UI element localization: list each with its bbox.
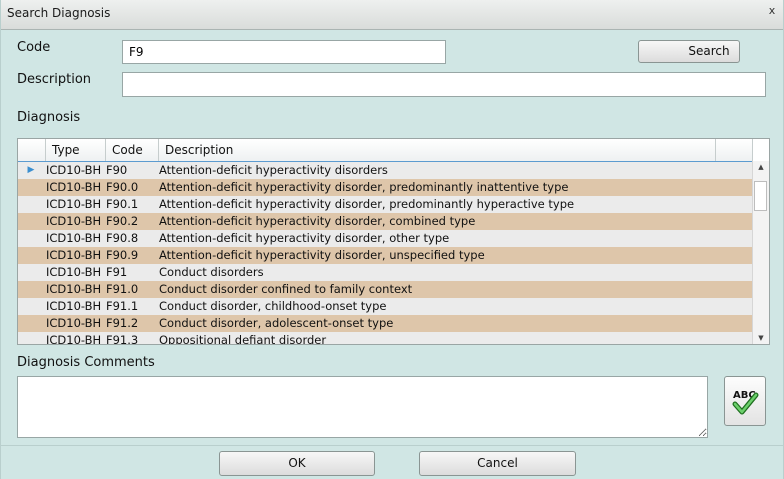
cell-type: ICD10-BH bbox=[46, 333, 102, 345]
diagnosis-grid[interactable]: Type Code Description ▶ ICD10-BH F90 Attent… bbox=[17, 138, 770, 345]
table-row[interactable]: ICD10-BH F90.0 Attention-deficit hyperacti… bbox=[18, 179, 753, 196]
diagnosis-comments-label: Diagnosis Comments bbox=[17, 355, 155, 370]
cell-description: Attention-deficit hyperactivity disorder… bbox=[159, 214, 476, 228]
table-row[interactable]: ICD10-BH F91.2 Conduct disorder, adolescen… bbox=[18, 315, 753, 332]
grid-rows: ▶ ICD10-BH F90 Attention-deficit hyperactiv… bbox=[18, 162, 753, 345]
table-row[interactable]: ICD10-BH F91.3 Oppositional defiant disord… bbox=[18, 332, 753, 345]
cell-type: ICD10-BH bbox=[46, 180, 102, 194]
scroll-down-icon[interactable]: ▼ bbox=[753, 334, 769, 342]
cell-description: Attention-deficit hyperactivity disorder… bbox=[159, 197, 575, 211]
cell-code: F91 bbox=[106, 265, 128, 279]
divider bbox=[1, 445, 783, 446]
cell-description: Conduct disorders bbox=[159, 265, 264, 279]
table-row[interactable]: ICD10-BH F90.1 Attention-deficit hyperacti… bbox=[18, 196, 753, 213]
code-label: Code bbox=[17, 40, 51, 55]
grid-header: Type Code Description bbox=[18, 139, 753, 162]
spellcheck-button[interactable]: ABC bbox=[724, 376, 766, 426]
cell-description: Conduct disorder confined to family cont… bbox=[159, 282, 413, 296]
description-input[interactable] bbox=[122, 72, 766, 97]
cell-code: F90 bbox=[106, 163, 128, 177]
dialog-title: Search Diagnosis bbox=[7, 6, 111, 20]
code-input[interactable] bbox=[122, 40, 446, 64]
cell-code: F91.0 bbox=[106, 282, 139, 296]
diagnosis-comments-input[interactable] bbox=[17, 376, 708, 438]
title-bar: Search Diagnosis x bbox=[1, 0, 783, 30]
table-row[interactable]: ICD10-BH F90.8 Attention-deficit hyperacti… bbox=[18, 230, 753, 247]
description-label: Description bbox=[17, 72, 92, 87]
filler-column-header bbox=[716, 139, 753, 161]
cell-description: Attention-deficit hyperactivity disorder… bbox=[159, 180, 569, 194]
cell-description: Attention-deficit hyperactivity disorder… bbox=[159, 231, 450, 245]
table-row[interactable]: ICD10-BH F91.0 Conduct disorder confined t… bbox=[18, 281, 753, 298]
cell-type: ICD10-BH bbox=[46, 163, 102, 177]
cell-code: F90.8 bbox=[106, 231, 139, 245]
cell-type: ICD10-BH bbox=[46, 231, 102, 245]
cell-description: Attention-deficit hyperactivity disorder… bbox=[159, 248, 485, 262]
spellcheck-icon: ABC bbox=[732, 390, 759, 415]
search-diagnosis-dialog: Search Diagnosis x Code Search Descripti… bbox=[0, 0, 784, 479]
cell-description: Attention-deficit hyperactivity disorder… bbox=[159, 163, 388, 177]
cell-type: ICD10-BH bbox=[46, 265, 102, 279]
cell-description: Conduct disorder, adolescent-onset type bbox=[159, 316, 394, 330]
indicator-column-header bbox=[18, 139, 46, 161]
cell-type: ICD10-BH bbox=[46, 248, 102, 262]
cell-type: ICD10-BH bbox=[46, 316, 102, 330]
cell-code: F90.9 bbox=[106, 248, 139, 262]
cell-type: ICD10-BH bbox=[46, 197, 102, 211]
table-row[interactable]: ICD10-BH F91 Conduct disorders bbox=[18, 264, 753, 281]
cell-description: Oppositional defiant disorder bbox=[159, 333, 327, 345]
scroll-thumb[interactable] bbox=[754, 181, 767, 211]
column-header-code[interactable]: Code bbox=[106, 139, 159, 161]
ok-button[interactable]: OK bbox=[219, 451, 375, 476]
table-row[interactable]: ICD10-BH F90.2 Attention-deficit hyperacti… bbox=[18, 213, 753, 230]
cell-code: F91.1 bbox=[106, 299, 139, 313]
cell-code: F90.1 bbox=[106, 197, 139, 211]
cell-description: Conduct disorder, childhood-onset type bbox=[159, 299, 387, 313]
cancel-button[interactable]: Cancel bbox=[419, 451, 576, 476]
column-header-description[interactable]: Description bbox=[159, 139, 716, 161]
cell-type: ICD10-BH bbox=[46, 282, 102, 296]
cell-code: F90.2 bbox=[106, 214, 139, 228]
table-row[interactable]: ▶ ICD10-BH F90 Attention-deficit hyperactiv… bbox=[18, 162, 753, 179]
vertical-scrollbar[interactable]: ▲ ▼ bbox=[752, 161, 769, 344]
diagnosis-label: Diagnosis bbox=[17, 110, 81, 125]
cell-code: F90.0 bbox=[106, 180, 139, 194]
cell-type: ICD10-BH bbox=[46, 214, 102, 228]
cell-code: F91.3 bbox=[106, 333, 139, 345]
close-icon[interactable]: x bbox=[765, 4, 779, 18]
cell-code: F91.2 bbox=[106, 316, 139, 330]
table-row[interactable]: ICD10-BH F91.1 Conduct disorder, childhood… bbox=[18, 298, 753, 315]
cell-type: ICD10-BH bbox=[46, 299, 102, 313]
row-selector-icon: ▶ bbox=[27, 165, 35, 175]
table-row[interactable]: ICD10-BH F90.9 Attention-deficit hyperacti… bbox=[18, 247, 753, 264]
search-button[interactable]: Search bbox=[638, 40, 740, 63]
scroll-up-icon[interactable]: ▲ bbox=[753, 163, 769, 171]
column-header-type[interactable]: Type bbox=[46, 139, 106, 161]
